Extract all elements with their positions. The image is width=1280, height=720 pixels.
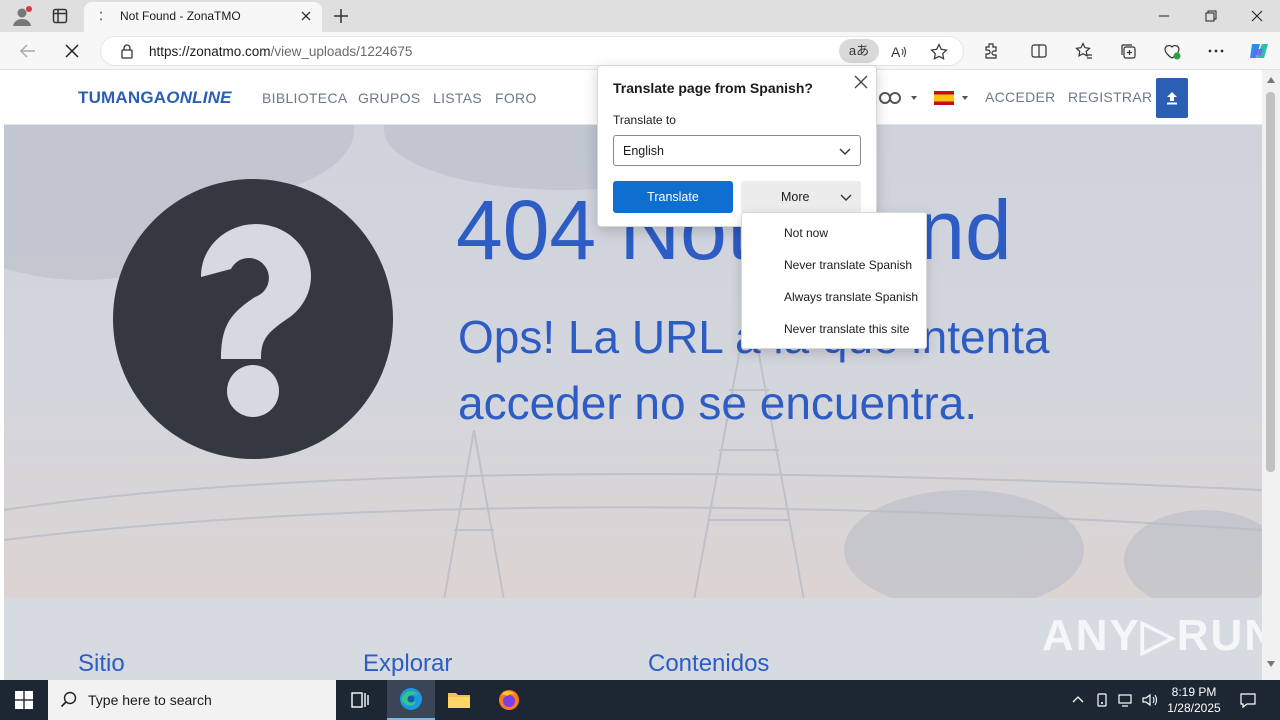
copilot-icon[interactable]: [1246, 39, 1270, 63]
read-aloud-icon[interactable]: A: [887, 40, 911, 64]
more-button[interactable]: More: [741, 181, 861, 213]
translate-to-label: Translate to: [613, 113, 676, 127]
firefox-icon[interactable]: [485, 680, 533, 720]
profile-icon[interactable]: [10, 4, 34, 28]
svg-text:A: A: [891, 44, 901, 60]
translate-button[interactable]: Translate: [613, 181, 733, 213]
start-button[interactable]: [0, 680, 48, 720]
system-clock[interactable]: 8:19 PM 1/28/2025: [1160, 684, 1228, 716]
volume-icon[interactable]: [1140, 690, 1160, 710]
stop-icon[interactable]: [60, 39, 84, 63]
tray-chevron-up-icon[interactable]: [1068, 690, 1088, 710]
question-mark-icon: [113, 179, 393, 459]
taskbar-search-box[interactable]: Type here to search: [48, 680, 336, 720]
more-dropdown-menu: Not now Never translate Spanish Always t…: [741, 212, 927, 349]
more-button-label: More: [781, 190, 810, 204]
device-icon[interactable]: [1092, 690, 1112, 710]
windows-logo-icon: [15, 691, 33, 709]
view-mode-icon[interactable]: [877, 90, 919, 111]
more-options-icon[interactable]: [1204, 39, 1228, 63]
footer-heading-sitio: Sitio: [78, 650, 125, 677]
language-flag-icon[interactable]: [934, 90, 972, 111]
register-link[interactable]: REGISTRAR: [1068, 89, 1152, 105]
split-screen-icon[interactable]: [1027, 39, 1051, 63]
browser-essentials-icon[interactable]: [1160, 39, 1184, 63]
footer-heading-explorar: Explorar: [363, 650, 453, 677]
notifications-icon[interactable]: [1238, 690, 1258, 710]
tab-bar: ⁚ Not Found - ZonaTMO: [0, 0, 1280, 32]
loading-icon: ⁚: [99, 11, 103, 23]
network-icon[interactable]: [1116, 690, 1136, 710]
task-view-icon[interactable]: [336, 680, 384, 720]
windows-taskbar: Type here to search 8:19 PM 1/28/2025: [0, 680, 1280, 720]
menu-item-not-now[interactable]: Not now: [784, 226, 828, 240]
search-icon: [60, 691, 77, 708]
upload-button[interactable]: [1156, 78, 1188, 118]
nav-biblioteca[interactable]: BIBLIOTECA: [262, 90, 347, 106]
address-field[interactable]: https://zonatmo.com/view_uploads/1224675…: [100, 36, 964, 66]
favorites-icon[interactable]: [1072, 39, 1096, 63]
scrollbar-thumb[interactable]: [1266, 92, 1275, 472]
language-select[interactable]: English: [613, 135, 861, 166]
file-explorer-icon[interactable]: [435, 680, 483, 720]
nav-foro[interactable]: FORO: [495, 90, 537, 106]
favorite-star-icon[interactable]: [927, 40, 951, 64]
translate-pill-icon[interactable]: aあ: [839, 39, 879, 63]
menu-item-never-translate-site[interactable]: Never translate this site: [784, 322, 909, 336]
nav-grupos[interactable]: GRUPOS: [358, 90, 420, 106]
minimize-icon[interactable]: [1152, 4, 1176, 28]
search-placeholder: Type here to search: [88, 692, 212, 708]
back-icon[interactable]: [16, 39, 40, 63]
edge-taskbar-icon[interactable]: [387, 680, 435, 720]
chevron-down-icon: [838, 144, 852, 158]
login-link[interactable]: ACCEDER: [985, 89, 1056, 105]
footer-heading-contenidos: Contenidos: [648, 650, 770, 677]
chevron-down-icon: [839, 190, 853, 204]
upload-icon: [1167, 92, 1177, 105]
new-tab-icon[interactable]: [330, 5, 352, 27]
collections-icon[interactable]: [1116, 39, 1140, 63]
nav-listas[interactable]: LISTAS: [433, 90, 482, 106]
clock-time: 8:19 PM: [1171, 685, 1217, 699]
tab-active[interactable]: ⁚ Not Found - ZonaTMO: [84, 2, 322, 32]
close-icon[interactable]: [852, 73, 870, 91]
menu-item-always-translate-spanish[interactable]: Always translate Spanish: [784, 290, 918, 304]
translate-popup-title: Translate page from Spanish?: [613, 80, 813, 96]
translate-popup: Translate page from Spanish? Translate t…: [597, 65, 877, 227]
selected-language: English: [623, 144, 664, 158]
tab-close-icon[interactable]: [298, 8, 314, 24]
url-text[interactable]: https://zonatmo.com/view_uploads/1224675: [149, 44, 412, 59]
anyrun-watermark: ANY▷RUN: [1042, 611, 1262, 660]
scroll-down-icon[interactable]: [1266, 660, 1276, 668]
site-logo[interactable]: TUMANGAONLINE: [78, 88, 232, 108]
page-scrollbar[interactable]: [1262, 70, 1280, 680]
close-window-icon[interactable]: [1245, 4, 1269, 28]
lock-icon[interactable]: [119, 43, 135, 59]
extensions-icon[interactable]: [979, 39, 1003, 63]
scroll-up-icon[interactable]: [1266, 76, 1276, 84]
workspaces-icon[interactable]: [48, 4, 72, 28]
menu-item-never-translate-spanish[interactable]: Never translate Spanish: [784, 258, 912, 272]
clock-date: 1/28/2025: [1167, 701, 1221, 715]
tab-title: Not Found - ZonaTMO: [120, 9, 241, 23]
restore-icon[interactable]: [1198, 4, 1222, 28]
